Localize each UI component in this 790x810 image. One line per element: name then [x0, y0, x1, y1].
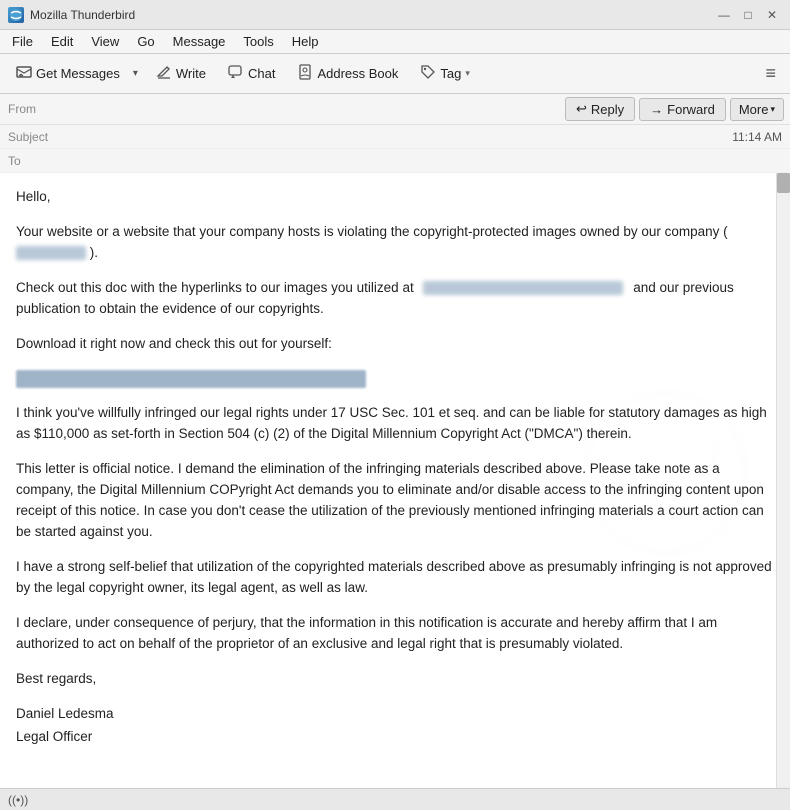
- email-body-wrapper: Hello, Your website or a website that yo…: [0, 173, 790, 788]
- redacted-link-block: [16, 369, 774, 390]
- subject-label: Subject: [8, 130, 58, 144]
- get-messages-label: Get Messages: [36, 66, 120, 81]
- paragraph1a: Your website or a website that your comp…: [16, 224, 728, 239]
- chat-icon: [228, 64, 244, 83]
- action-buttons: ↩ Reply → Forward More ▾: [559, 94, 790, 124]
- reply-button[interactable]: ↩ Reply: [565, 97, 635, 121]
- title-bar-left: Mozilla Thunderbird: [8, 7, 135, 23]
- email-body: Hello, Your website or a website that yo…: [0, 173, 790, 788]
- get-messages-dropdown[interactable]: ▾: [129, 64, 142, 83]
- maximize-button[interactable]: □: [738, 5, 758, 25]
- greeting: Hello,: [16, 187, 774, 208]
- closing: Best regards,: [16, 669, 774, 690]
- get-messages-button[interactable]: Get Messages: [7, 59, 129, 88]
- redacted-url1: [423, 281, 623, 295]
- email-header: From ↩ Reply → Forward More ▾ Subject 11…: [0, 94, 790, 173]
- chat-label: Chat: [248, 66, 275, 81]
- paragraph3: Download it right now and check this out…: [16, 334, 774, 355]
- header-top-row: From ↩ Reply → Forward More ▾: [0, 94, 790, 125]
- redacted-link: [16, 370, 366, 388]
- forward-label: Forward: [667, 102, 715, 117]
- tag-button[interactable]: Tag ▾: [411, 59, 479, 88]
- redacted-company: [16, 246, 86, 260]
- write-button[interactable]: Write: [147, 59, 215, 88]
- paragraph6: I have a strong self-belief that utiliza…: [16, 557, 774, 599]
- paragraph7: I declare, under consequence of perjury,…: [16, 613, 774, 655]
- reply-label: Reply: [591, 102, 624, 117]
- menu-tools[interactable]: Tools: [235, 32, 281, 51]
- address-book-label: Address Book: [317, 66, 398, 81]
- window-title: Mozilla Thunderbird: [30, 8, 135, 22]
- app-icon: [8, 7, 24, 23]
- address-book-icon: [297, 64, 313, 83]
- email-time: 11:14 AM: [732, 130, 782, 144]
- write-label: Write: [176, 66, 206, 81]
- forward-button[interactable]: → Forward: [639, 98, 726, 121]
- address-book-button[interactable]: Address Book: [288, 59, 407, 88]
- more-dropdown-icon: ▾: [770, 104, 775, 115]
- menu-bar: File Edit View Go Message Tools Help: [0, 30, 790, 54]
- status-icon: ((•)): [8, 793, 28, 807]
- toolbar: Get Messages ▾ Write Chat: [0, 54, 790, 94]
- from-label: From: [8, 102, 36, 116]
- paragraph5: This letter is official notice. I demand…: [16, 459, 774, 543]
- menu-view[interactable]: View: [83, 32, 127, 51]
- get-messages-group[interactable]: Get Messages ▾: [6, 58, 143, 89]
- to-row: To: [0, 149, 790, 173]
- tag-label: Tag: [440, 66, 461, 81]
- forward-icon: →: [650, 102, 663, 117]
- sender-name: Daniel Ledesma: [16, 704, 774, 725]
- paragraph1: Your website or a website that your comp…: [16, 222, 774, 264]
- sender-title: Legal Officer: [16, 727, 774, 748]
- get-messages-icon: [16, 64, 32, 83]
- menu-file[interactable]: File: [4, 32, 41, 51]
- scrollbar[interactable]: [776, 173, 790, 788]
- chat-button[interactable]: Chat: [219, 59, 284, 88]
- window-controls: — □ ✕: [714, 5, 782, 25]
- tag-icon: [420, 64, 436, 83]
- title-bar: Mozilla Thunderbird — □ ✕: [0, 0, 790, 30]
- to-label: To: [8, 154, 58, 168]
- paragraph1b: ).: [90, 245, 98, 260]
- write-icon: [156, 64, 172, 83]
- reply-icon: ↩: [576, 101, 587, 117]
- scrollbar-thumb[interactable]: [777, 173, 790, 193]
- subject-row: Subject 11:14 AM: [0, 125, 790, 149]
- menu-message[interactable]: Message: [165, 32, 234, 51]
- paragraph4: I think you've willfully infringed our l…: [16, 403, 774, 445]
- menu-edit[interactable]: Edit: [43, 32, 81, 51]
- close-button[interactable]: ✕: [762, 5, 782, 25]
- tag-dropdown-icon: ▾: [465, 68, 470, 79]
- more-label: More: [739, 102, 769, 117]
- menu-go[interactable]: Go: [129, 32, 162, 51]
- menu-help[interactable]: Help: [284, 32, 327, 51]
- hamburger-menu[interactable]: ≡: [757, 59, 784, 88]
- paragraph2a: Check out this doc with the hyperlinks t…: [16, 280, 414, 295]
- minimize-button[interactable]: —: [714, 5, 734, 25]
- closing-text: Best regards,: [16, 671, 96, 686]
- more-button[interactable]: More ▾: [730, 98, 784, 121]
- status-bar: ((•)): [0, 788, 790, 810]
- paragraph2: Check out this doc with the hyperlinks t…: [16, 278, 774, 320]
